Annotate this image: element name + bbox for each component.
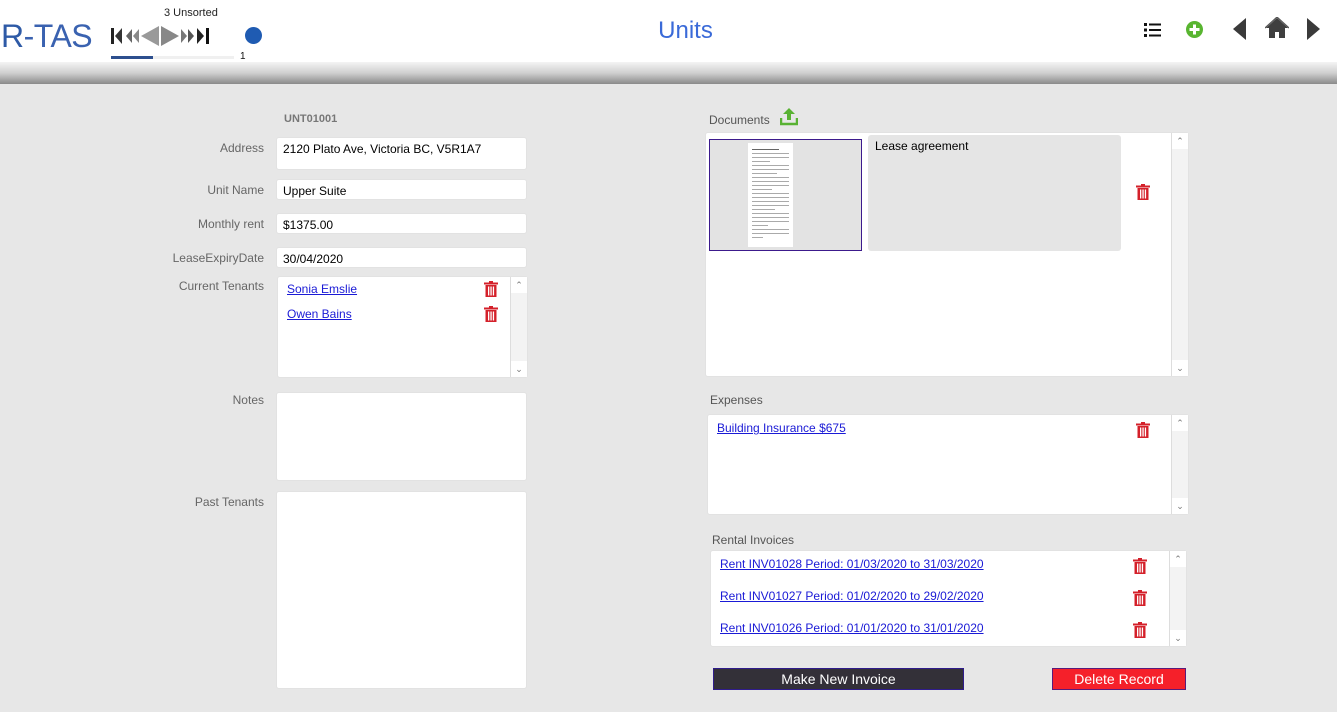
- document-page-preview: [748, 143, 793, 247]
- trash-icon[interactable]: [1133, 558, 1147, 574]
- scrollbar[interactable]: ⌃ ⌄: [510, 277, 527, 377]
- scroll-up-icon[interactable]: ⌃: [1172, 133, 1188, 149]
- record-id: UNT01001: [284, 113, 338, 125]
- invoice-link[interactable]: Rent INV01028 Period: 01/03/2020 to 31/0…: [720, 557, 984, 571]
- tenant-link[interactable]: Owen Bains: [287, 307, 352, 321]
- record-progress-fill: [111, 56, 153, 59]
- lease-expiry-field[interactable]: 30/04/2020: [276, 247, 527, 268]
- monthly-rent-field[interactable]: $1375.00: [276, 213, 527, 234]
- list-icon[interactable]: [1144, 22, 1162, 43]
- delete-record-button[interactable]: Delete Record: [1052, 668, 1186, 690]
- lease-expiry-label: LeaseExpiryDate: [172, 251, 264, 265]
- previous-layout-icon[interactable]: [1233, 18, 1247, 45]
- make-new-invoice-button[interactable]: Make New Invoice: [713, 668, 964, 690]
- record-position: 1: [240, 51, 246, 62]
- next-layout-icon[interactable]: [1306, 18, 1320, 45]
- expenses-label: Expenses: [710, 393, 763, 407]
- rental-invoices-label: Rental Invoices: [712, 533, 795, 547]
- address-label: Address: [219, 141, 264, 155]
- notes-field[interactable]: [276, 392, 527, 481]
- trash-icon[interactable]: [484, 306, 498, 322]
- trash-icon[interactable]: [1136, 184, 1150, 200]
- expense-link[interactable]: Building Insurance $675: [717, 421, 846, 435]
- scroll-up-icon[interactable]: ⌃: [511, 277, 527, 293]
- header: R-TAS 3 Unsorted 1 Units: [0, 0, 1337, 62]
- address-field[interactable]: 2120 Plato Ave, Victoria BC, V5R1A7: [276, 137, 527, 170]
- invoice-link[interactable]: Rent INV01026 Period: 01/01/2020 to 31/0…: [720, 621, 984, 635]
- trash-icon[interactable]: [1133, 590, 1147, 606]
- tenant-link[interactable]: Sonia Emslie: [287, 282, 357, 296]
- scroll-up-icon[interactable]: ⌃: [1170, 551, 1186, 567]
- past-tenants-label: Past Tenants: [194, 495, 264, 509]
- scroll-down-icon[interactable]: ⌄: [511, 361, 527, 377]
- scroll-up-icon[interactable]: ⌃: [1172, 415, 1188, 431]
- unit-name-label: Unit Name: [207, 183, 264, 197]
- notes-label: Notes: [232, 393, 264, 407]
- scroll-down-icon[interactable]: ⌄: [1172, 360, 1188, 376]
- page-title: Units: [658, 17, 713, 44]
- trash-icon[interactable]: [484, 281, 498, 297]
- document-thumbnail[interactable]: [709, 139, 862, 251]
- current-tenants-label: Current Tenants: [178, 279, 264, 293]
- scrollbar[interactable]: ⌃ ⌄: [1171, 415, 1188, 514]
- monthly-rent-label: Monthly rent: [197, 217, 264, 231]
- scrollbar[interactable]: ⌃ ⌄: [1171, 133, 1188, 376]
- home-icon[interactable]: [1264, 16, 1290, 44]
- add-circle-icon[interactable]: [1186, 21, 1203, 43]
- trash-icon[interactable]: [1136, 422, 1150, 438]
- trash-icon[interactable]: [1133, 622, 1147, 638]
- past-tenants-list[interactable]: [276, 491, 527, 689]
- scrollbar[interactable]: ⌃ ⌄: [1169, 551, 1186, 646]
- scroll-down-icon[interactable]: ⌄: [1172, 498, 1188, 514]
- invoice-link[interactable]: Rent INV01027 Period: 01/02/2020 to 29/0…: [720, 589, 984, 603]
- scroll-down-icon[interactable]: ⌄: [1170, 630, 1186, 646]
- document-description[interactable]: Lease agreement: [868, 135, 1121, 251]
- unit-name-field[interactable]: Upper Suite: [276, 179, 527, 200]
- header-divider: [0, 62, 1337, 84]
- upload-icon[interactable]: [779, 108, 799, 131]
- documents-label: Documents: [709, 113, 770, 127]
